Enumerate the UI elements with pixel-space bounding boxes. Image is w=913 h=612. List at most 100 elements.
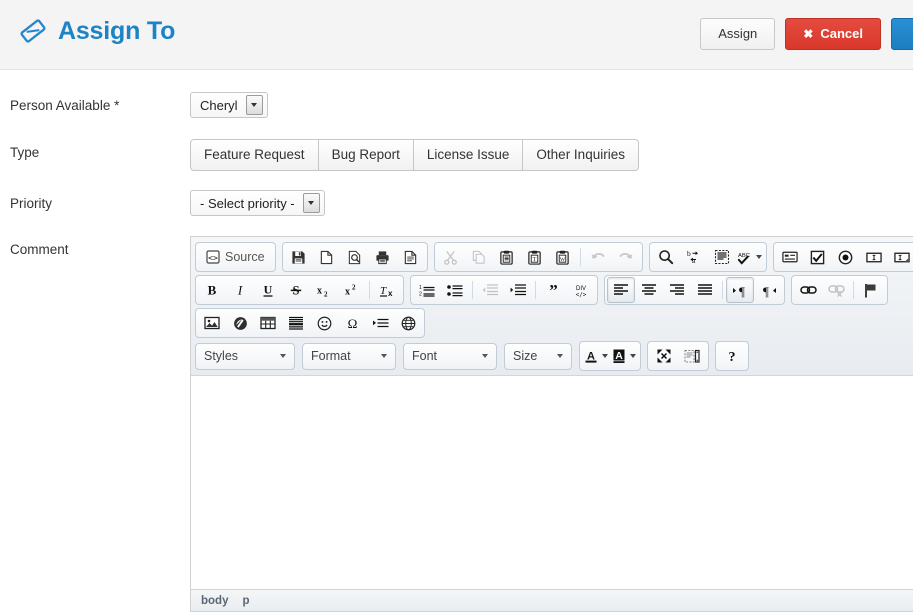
- increase-indent-button[interactable]: [504, 277, 532, 303]
- subscript-button[interactable]: x2: [310, 277, 338, 303]
- special-char-button[interactable]: Ω: [338, 310, 366, 336]
- svg-text:2: 2: [324, 290, 328, 298]
- paste-as-text-button[interactable]: T: [521, 244, 549, 270]
- size-dropdown[interactable]: Size: [504, 342, 572, 370]
- svg-text:2: 2: [419, 292, 422, 298]
- toolbar-separator: [579, 248, 581, 266]
- smiley-button[interactable]: [310, 310, 338, 336]
- rtl-button[interactable]: ¶: [754, 277, 782, 303]
- field-row-priority: Priority - Select priority -: [0, 190, 913, 236]
- font-dropdown[interactable]: Font: [403, 342, 497, 370]
- redo-button: [612, 244, 640, 270]
- rich-text-editor: <> Source T W b a ABC B I U S x 2 x 2 T …: [190, 236, 913, 612]
- editor-content-area[interactable]: [191, 376, 913, 589]
- close-icon: ✖: [803, 27, 814, 41]
- type-field: Feature Request Bug Report License Issue…: [190, 139, 913, 171]
- copy-button: [465, 244, 493, 270]
- replace-button[interactable]: ba: [680, 244, 708, 270]
- svg-text:U: U: [264, 283, 273, 297]
- primary-action-button[interactable]: [891, 18, 913, 50]
- align-justify-button[interactable]: [691, 277, 719, 303]
- svg-text:I: I: [237, 283, 243, 298]
- bold-button[interactable]: B: [198, 277, 226, 303]
- cancel-button[interactable]: ✖ Cancel: [785, 18, 881, 50]
- spellcheck-button[interactable]: ABC: [736, 244, 764, 270]
- italic-button[interactable]: I: [226, 277, 254, 303]
- type-button-group: Feature Request Bug Report License Issue…: [190, 139, 639, 171]
- type-option-other-inquiries[interactable]: Other Inquiries: [523, 139, 639, 171]
- format-dropdown[interactable]: Format: [302, 342, 396, 370]
- paste-button[interactable]: [493, 244, 521, 270]
- comment-field: <> Source T W b a ABC B I U S x 2 x 2 T …: [190, 236, 913, 612]
- paste-from-word-button[interactable]: W: [549, 244, 577, 270]
- text-color-button[interactable]: A: [582, 343, 610, 369]
- remove-format-button[interactable]: Tx: [373, 277, 401, 303]
- strikethrough-button[interactable]: S: [282, 277, 310, 303]
- chevron-down-icon: [482, 354, 488, 358]
- flash-button[interactable]: [226, 310, 254, 336]
- ltr-button[interactable]: ¶: [726, 277, 754, 303]
- show-blocks-button[interactable]: [678, 343, 706, 369]
- svg-text:?: ?: [729, 350, 736, 364]
- type-option-license-issue[interactable]: License Issue: [413, 139, 524, 171]
- anchor-button[interactable]: [857, 277, 885, 303]
- underline-button[interactable]: U: [254, 277, 282, 303]
- save-button[interactable]: [285, 244, 313, 270]
- radio-button[interactable]: [832, 244, 860, 270]
- chevron-down-icon: [756, 255, 763, 259]
- iframe-button[interactable]: [394, 310, 422, 336]
- form-button[interactable]: [776, 244, 804, 270]
- page-break-button[interactable]: [366, 310, 394, 336]
- elements-path-body[interactable]: body: [201, 595, 228, 607]
- find-button[interactable]: [652, 244, 680, 270]
- toolbar-group-alignment: ¶ ¶: [604, 275, 785, 305]
- bulleted-list-button[interactable]: [441, 277, 469, 303]
- numbered-list-button[interactable]: 12: [413, 277, 441, 303]
- align-left-button[interactable]: [607, 277, 635, 303]
- toolbar-separator: [722, 281, 723, 299]
- styles-dropdown-label: Styles: [204, 349, 239, 363]
- link-button[interactable]: [794, 277, 822, 303]
- priority-label: Priority: [10, 196, 53, 211]
- align-right-button[interactable]: [663, 277, 691, 303]
- preview-button[interactable]: [341, 244, 369, 270]
- source-button[interactable]: <> Source: [198, 244, 273, 270]
- assign-button[interactable]: Assign: [700, 18, 776, 50]
- horizontal-rule-button[interactable]: [282, 310, 310, 336]
- person-select[interactable]: Cheryl: [190, 92, 268, 118]
- chevron-down-icon: [302, 193, 320, 213]
- toolbar-separator: [472, 281, 473, 299]
- table-button[interactable]: [254, 310, 282, 336]
- svg-text:”: ”: [549, 283, 558, 297]
- chevron-down-icon: [602, 354, 608, 358]
- print-button[interactable]: [369, 244, 397, 270]
- create-div-button[interactable]: DIV </>: [567, 277, 595, 303]
- align-center-button[interactable]: [635, 277, 663, 303]
- superscript-button[interactable]: x2: [338, 277, 366, 303]
- text-field-button[interactable]: [860, 244, 888, 270]
- font-dropdown-label: Font: [412, 349, 438, 363]
- new-page-button[interactable]: [313, 244, 341, 270]
- header-actions: Assign ✖ Cancel: [700, 18, 913, 50]
- styles-dropdown[interactable]: Styles: [195, 342, 295, 370]
- priority-select[interactable]: - Select priority -: [190, 190, 325, 216]
- checkbox-button[interactable]: [804, 244, 832, 270]
- help-button[interactable]: ?: [718, 343, 746, 369]
- chevron-down-icon: [630, 354, 636, 358]
- toolbar-group-forms: [772, 242, 913, 272]
- toolbar-separator: [535, 281, 536, 299]
- textarea-button[interactable]: [888, 244, 913, 270]
- templates-button[interactable]: [397, 244, 425, 270]
- maximize-button[interactable]: [650, 343, 678, 369]
- type-option-feature-request[interactable]: Feature Request: [190, 139, 319, 171]
- cut-button: [437, 244, 465, 270]
- priority-select-value: - Select priority -: [200, 195, 295, 211]
- bg-color-button[interactable]: A: [610, 343, 638, 369]
- image-button[interactable]: [198, 310, 226, 336]
- select-all-button[interactable]: [708, 244, 736, 270]
- type-option-bug-report[interactable]: Bug Report: [318, 139, 414, 171]
- blockquote-button[interactable]: ”: [539, 277, 567, 303]
- tag-icon: [18, 16, 48, 46]
- assign-form: Person Available * Cheryl Type Feature R…: [0, 70, 913, 612]
- elements-path-p[interactable]: p: [242, 595, 249, 607]
